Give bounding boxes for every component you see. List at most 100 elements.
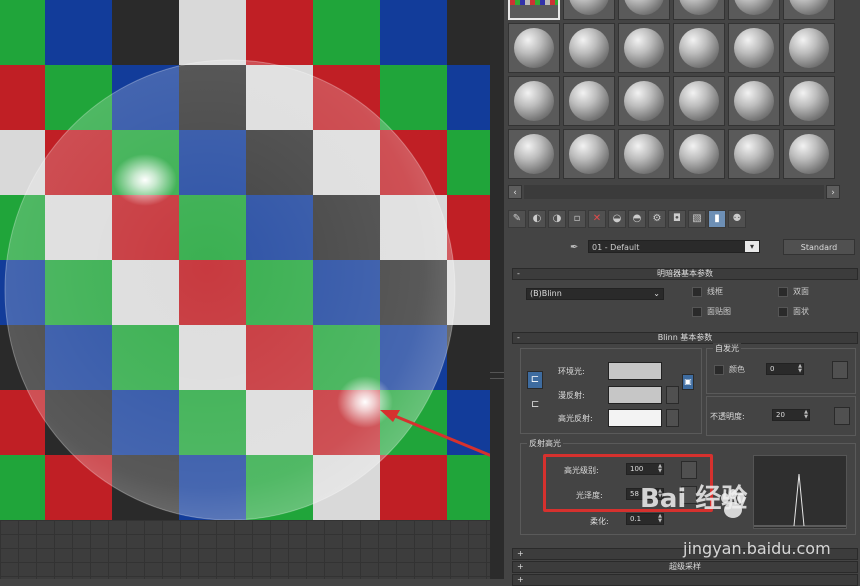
rollout-toggle[interactable]: -: [517, 333, 520, 343]
checkbox-label: 双面: [793, 287, 809, 296]
checker-render: [0, 0, 490, 520]
face-map-checkbox[interactable]: 面贴图: [692, 306, 731, 317]
sample-sphere: [569, 0, 609, 15]
wire-checkbox[interactable]: 线框: [692, 286, 723, 297]
lock-ambient-diffuse-button[interactable]: ⊏: [527, 371, 543, 389]
blinn-rollout-header[interactable]: - Blinn 基本参数: [512, 332, 858, 344]
specular-highlight-graph: [753, 455, 847, 529]
put-to-library-icon[interactable]: ◓: [628, 210, 646, 228]
checker-cell: [447, 195, 490, 260]
self-illum-map-button[interactable]: [832, 361, 848, 379]
watermark-text: Bai 经验: [640, 484, 748, 514]
reset-icon[interactable]: ▫: [568, 210, 586, 228]
slots-scroll-left[interactable]: ‹: [508, 185, 522, 199]
watermark-url: jingyan.baidu.com: [683, 539, 831, 558]
checkbox-label: 颜色: [729, 365, 745, 374]
checker-cell: [179, 0, 246, 65]
slots-hscrollbar[interactable]: [524, 185, 824, 199]
material-name-field[interactable]: 01 - Default ▾: [588, 240, 760, 253]
material-sample-slot[interactable]: [563, 0, 615, 20]
checker-cell: [380, 455, 447, 520]
sample-sphere: [569, 28, 609, 68]
self-illum-spinner[interactable]: 0 ▲ ▼: [766, 363, 804, 375]
rollout-toggle[interactable]: +: [517, 575, 524, 585]
material-sample-slot[interactable]: [783, 76, 835, 126]
material-sample-slot[interactable]: [728, 129, 780, 179]
diffuse-map-button[interactable]: [666, 386, 679, 404]
material-sample-slot[interactable]: [563, 76, 615, 126]
opacity-spinner[interactable]: 20 ▲ ▼: [772, 409, 810, 421]
material-sample-slot[interactable]: [563, 23, 615, 73]
lock-diffuse-map-button[interactable]: ▣: [682, 374, 694, 390]
material-sample-slot[interactable]: [508, 0, 560, 20]
material-sample-slot[interactable]: [618, 0, 670, 20]
go-to-parent-icon[interactable]: ▮: [708, 210, 726, 228]
supersampling-rollout-header[interactable]: + 超级采样: [512, 561, 858, 573]
material-type-button[interactable]: Standard: [783, 239, 855, 255]
material-name-text: 01 - Default: [592, 243, 640, 252]
sample-sphere: [514, 134, 554, 174]
rollout-toggle[interactable]: +: [517, 549, 524, 559]
checker-cell: [112, 0, 179, 65]
diffuse-color-swatch[interactable]: [608, 386, 662, 404]
show-in-viewport-icon[interactable]: ◘: [668, 210, 686, 228]
ambient-color-swatch[interactable]: [608, 362, 662, 380]
get-material-icon[interactable]: ✎: [508, 210, 526, 228]
material-sample-slot[interactable]: [728, 76, 780, 126]
material-sample-slot[interactable]: [673, 76, 725, 126]
faceted-checkbox[interactable]: 面状: [778, 306, 809, 317]
self-illum-color-checkbox[interactable]: 颜色: [714, 364, 745, 375]
specular-map-button[interactable]: [666, 409, 679, 427]
rollout-toggle[interactable]: +: [517, 562, 524, 572]
checkbox-label: 线框: [707, 287, 723, 296]
material-sample-slot[interactable]: [673, 23, 725, 73]
two-sided-checkbox[interactable]: 双面: [778, 286, 809, 297]
checker-cell: [45, 0, 112, 65]
material-sample-slot[interactable]: [673, 0, 725, 20]
sphere: [4, 59, 456, 520]
chevron-down-icon[interactable]: ▾: [745, 241, 759, 252]
checkbox-label: 面状: [793, 307, 809, 316]
sample-sphere: [679, 0, 719, 15]
show-end-result-icon[interactable]: ▧: [688, 210, 706, 228]
material-sample-slot[interactable]: [673, 129, 725, 179]
shader-rollout-header[interactable]: - 明暗器基本参数: [512, 268, 858, 280]
highlight-bottom: [337, 376, 393, 428]
material-sample-slot[interactable]: [783, 0, 835, 20]
assign-to-selection-icon[interactable]: ◑: [548, 210, 566, 228]
material-sample-slot[interactable]: [783, 129, 835, 179]
rollout-title: 明暗器基本参数: [657, 269, 713, 278]
opacity-map-button[interactable]: [834, 407, 850, 425]
material-sample-slot[interactable]: [728, 0, 780, 20]
material-sample-slot[interactable]: [728, 23, 780, 73]
spinner-value: 0.1: [630, 515, 642, 523]
material-sample-slot[interactable]: [783, 23, 835, 73]
spinner-value: 20: [776, 411, 785, 419]
material-sample-slot[interactable]: [618, 23, 670, 73]
rollout-header-collapsed[interactable]: +: [512, 574, 858, 586]
shader-dropdown[interactable]: (B)Blinn ⌄: [526, 288, 664, 300]
delete-icon[interactable]: ✕: [588, 210, 606, 228]
specular-label: 高光反射:: [558, 414, 593, 423]
material-sample-slot[interactable]: [508, 129, 560, 179]
sample-sphere: [734, 134, 774, 174]
material-sample-slot[interactable]: [618, 129, 670, 179]
material-sample-slot[interactable]: [618, 76, 670, 126]
material-sample-slot[interactable]: [508, 23, 560, 73]
eyedropper-icon[interactable]: ✒: [570, 242, 582, 254]
slots-scroll-right[interactable]: ›: [826, 185, 840, 199]
checker-cell: [380, 0, 447, 65]
go-forward-icon[interactable]: ⚉: [728, 210, 746, 228]
lock-bottom-icon[interactable]: ⊏: [531, 399, 539, 410]
material-sample-slot[interactable]: [563, 129, 615, 179]
specular-color-swatch[interactable]: [608, 409, 662, 427]
put-to-scene-icon[interactable]: ◐: [528, 210, 546, 228]
make-unique-icon[interactable]: ◒: [608, 210, 626, 228]
material-sample-slot[interactable]: [508, 76, 560, 126]
viewport[interactable]: [0, 0, 490, 579]
checker-cell: [0, 455, 45, 520]
rollout-toggle[interactable]: -: [517, 269, 520, 279]
checker-cell: [447, 130, 490, 195]
checker-cell: [0, 65, 45, 130]
material-id-icon[interactable]: ⚙: [648, 210, 666, 228]
